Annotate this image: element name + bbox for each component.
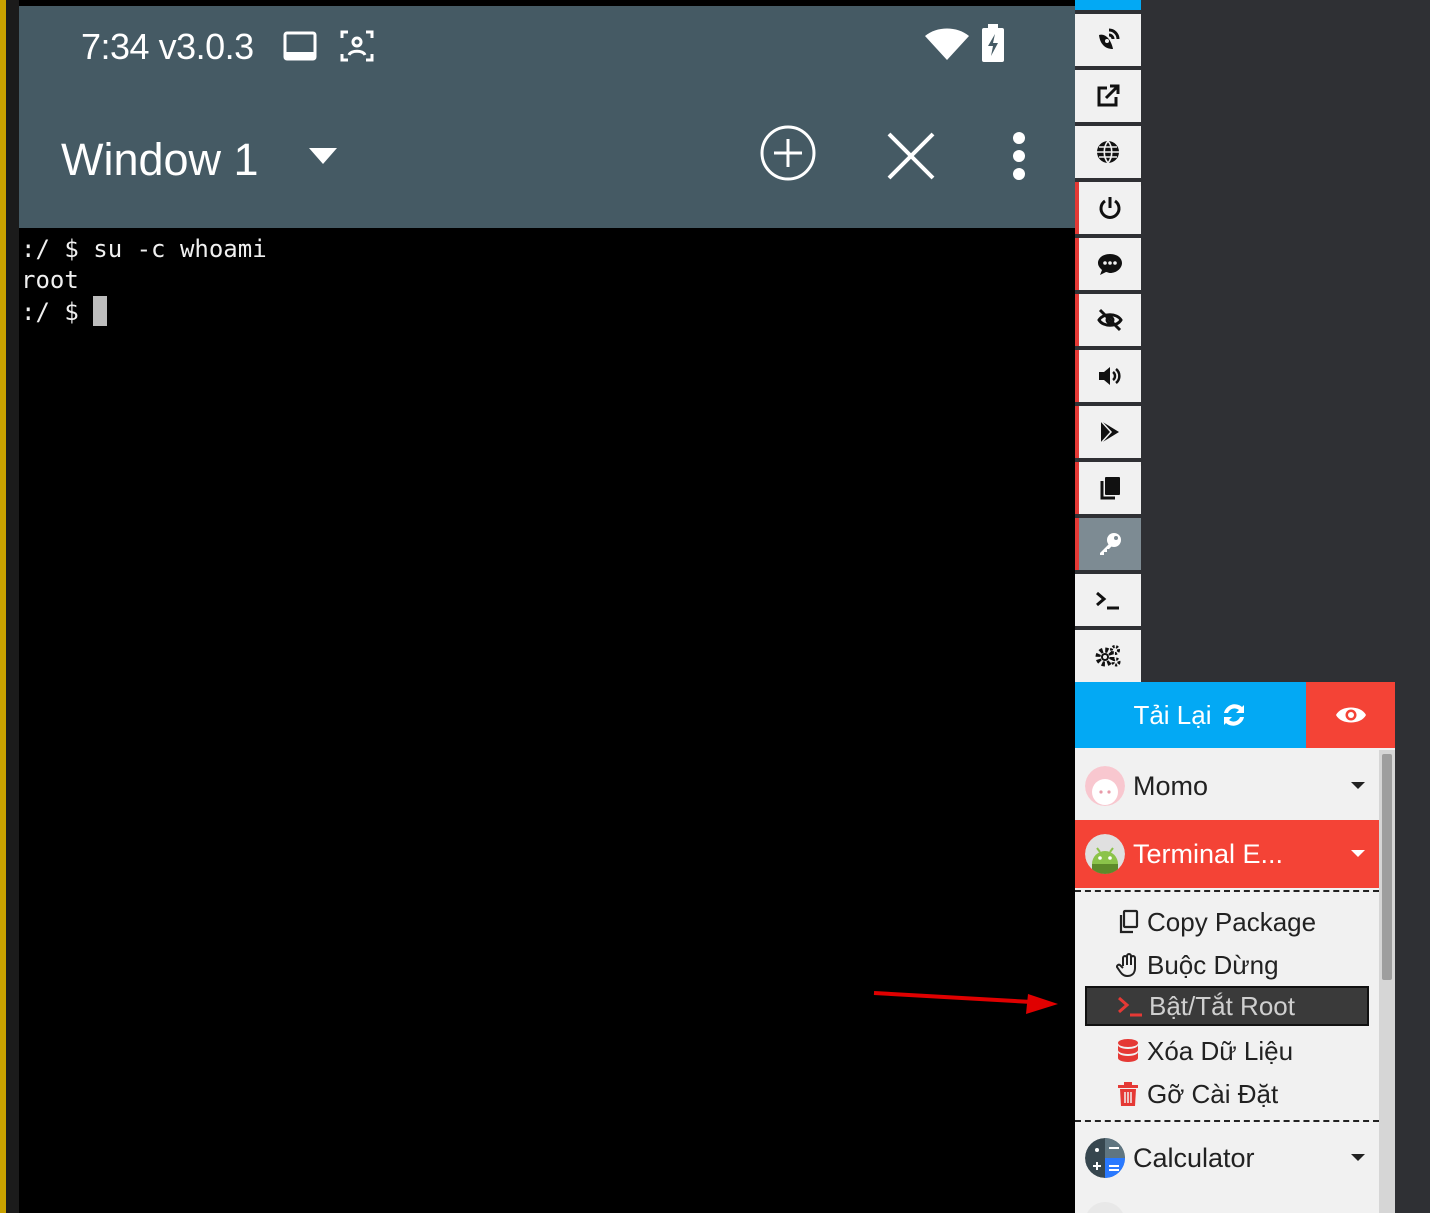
window-left-edge [0, 0, 19, 1213]
submenu-label: Xóa Dữ Liệu [1147, 1035, 1294, 1066]
left-edge-stripe [0, 0, 6, 1213]
wifi-icon [924, 26, 970, 67]
terminal-output[interactable]: :/ $ su -c whoami root :/ $ [19, 230, 1075, 1213]
app-actions-menu: Copy Package Buộc Dừng Bật/Tắt Root Xóa … [1075, 890, 1379, 1122]
face-scan-icon [339, 28, 375, 69]
annotation-arrow [873, 991, 1058, 1014]
app-name: Momo [1133, 770, 1209, 801]
terminal-icon[interactable] [1075, 574, 1141, 626]
add-window-button[interactable] [759, 124, 817, 187]
globe-icon[interactable] [1075, 126, 1141, 178]
sync-icon [1223, 704, 1244, 726]
battery-charging-icon [981, 24, 1005, 69]
app-panel: Tải Lại Momo Terminal E... Copy Package [1075, 682, 1395, 1213]
app-name: Terminal E... [1133, 838, 1284, 869]
terminal-app-bar: Window 1 [19, 86, 1075, 228]
eye-icon [1335, 707, 1366, 723]
app-name: Calculator [1133, 1142, 1255, 1173]
uninstall-item[interactable]: Gỡ Cài Đặt [1085, 1074, 1369, 1114]
momo-app-icon [1085, 766, 1125, 806]
cogs-icon[interactable] [1075, 630, 1141, 682]
screen-icon [282, 28, 318, 69]
copy-icon[interactable] [1075, 462, 1141, 514]
terminal-prompt: :/ $ [21, 298, 94, 326]
terminal-cursor [93, 296, 108, 326]
side-toolbar [1075, 0, 1141, 682]
hand-paper-icon [1116, 953, 1136, 978]
scroll-thumb[interactable] [1382, 754, 1392, 980]
reload-button[interactable]: Tải Lại [1075, 682, 1306, 748]
toggle-root-item[interactable]: Bật/Tắt Root [1085, 986, 1369, 1026]
app-list-scrollbar[interactable] [1379, 750, 1395, 1213]
copy-icon [1119, 909, 1139, 934]
chevron-down-icon[interactable] [1351, 782, 1365, 789]
status-time-version: 7:34 v3.0.3 [81, 26, 254, 67]
chevron-down-icon[interactable] [1351, 850, 1365, 857]
copy-package-item[interactable]: Copy Package [1085, 902, 1369, 942]
emulator-screen: 7:34 v3.0.3 Window 1 :/ $ su -c whoami r… [19, 0, 1075, 1213]
terminal-line: root [21, 266, 79, 294]
external-link-icon[interactable] [1075, 70, 1141, 122]
trash-icon [1118, 1082, 1138, 1106]
volume-icon[interactable] [1075, 350, 1141, 402]
terminal-icon [1118, 996, 1142, 1017]
status-bar: 7:34 v3.0.3 [19, 6, 1075, 86]
force-stop-item[interactable]: Buộc Dừng [1085, 945, 1369, 985]
app-row-terminal[interactable]: Terminal E... [1075, 820, 1379, 888]
next-app-icon [1085, 1202, 1125, 1213]
terminal-prompt-line: :/ $ [21, 296, 1075, 327]
submenu-label: Buộc Dừng [1147, 949, 1279, 980]
clear-data-item[interactable]: Xóa Dữ Liệu [1085, 1031, 1369, 1071]
reload-label: Tải Lại [1133, 699, 1212, 730]
app-row-momo[interactable]: Momo [1075, 752, 1379, 820]
submenu-label: Bật/Tắt Root [1149, 990, 1295, 1021]
android-app-icon [1085, 834, 1125, 874]
window-title: Window 1 [61, 134, 259, 185]
key-icon[interactable] [1075, 518, 1141, 570]
toggle-visibility-button[interactable] [1306, 682, 1395, 748]
app-list: Momo Terminal E... Copy Package Buộc Dừn… [1075, 750, 1379, 1213]
google-play-icon[interactable] [1075, 406, 1141, 458]
database-icon [1118, 1039, 1138, 1062]
satellite-dish-icon[interactable] [1075, 14, 1141, 66]
submenu-label: Gỡ Cài Đặt [1147, 1078, 1279, 1109]
eye-slash-icon[interactable] [1075, 294, 1141, 346]
toolbar-top-accent [1075, 0, 1141, 10]
power-icon[interactable] [1075, 182, 1141, 234]
calculator-app-icon [1085, 1138, 1125, 1178]
close-window-button[interactable] [885, 130, 937, 187]
chevron-down-icon[interactable] [1351, 1154, 1365, 1161]
window-dropdown-button[interactable] [307, 146, 339, 171]
submenu-label: Copy Package [1147, 906, 1317, 937]
terminal-line: :/ $ su -c whoami [21, 235, 267, 263]
comment-dots-icon[interactable] [1075, 238, 1141, 290]
overflow-menu-button[interactable] [1009, 130, 1029, 187]
app-row-calculator[interactable]: Calculator [1075, 1124, 1379, 1192]
